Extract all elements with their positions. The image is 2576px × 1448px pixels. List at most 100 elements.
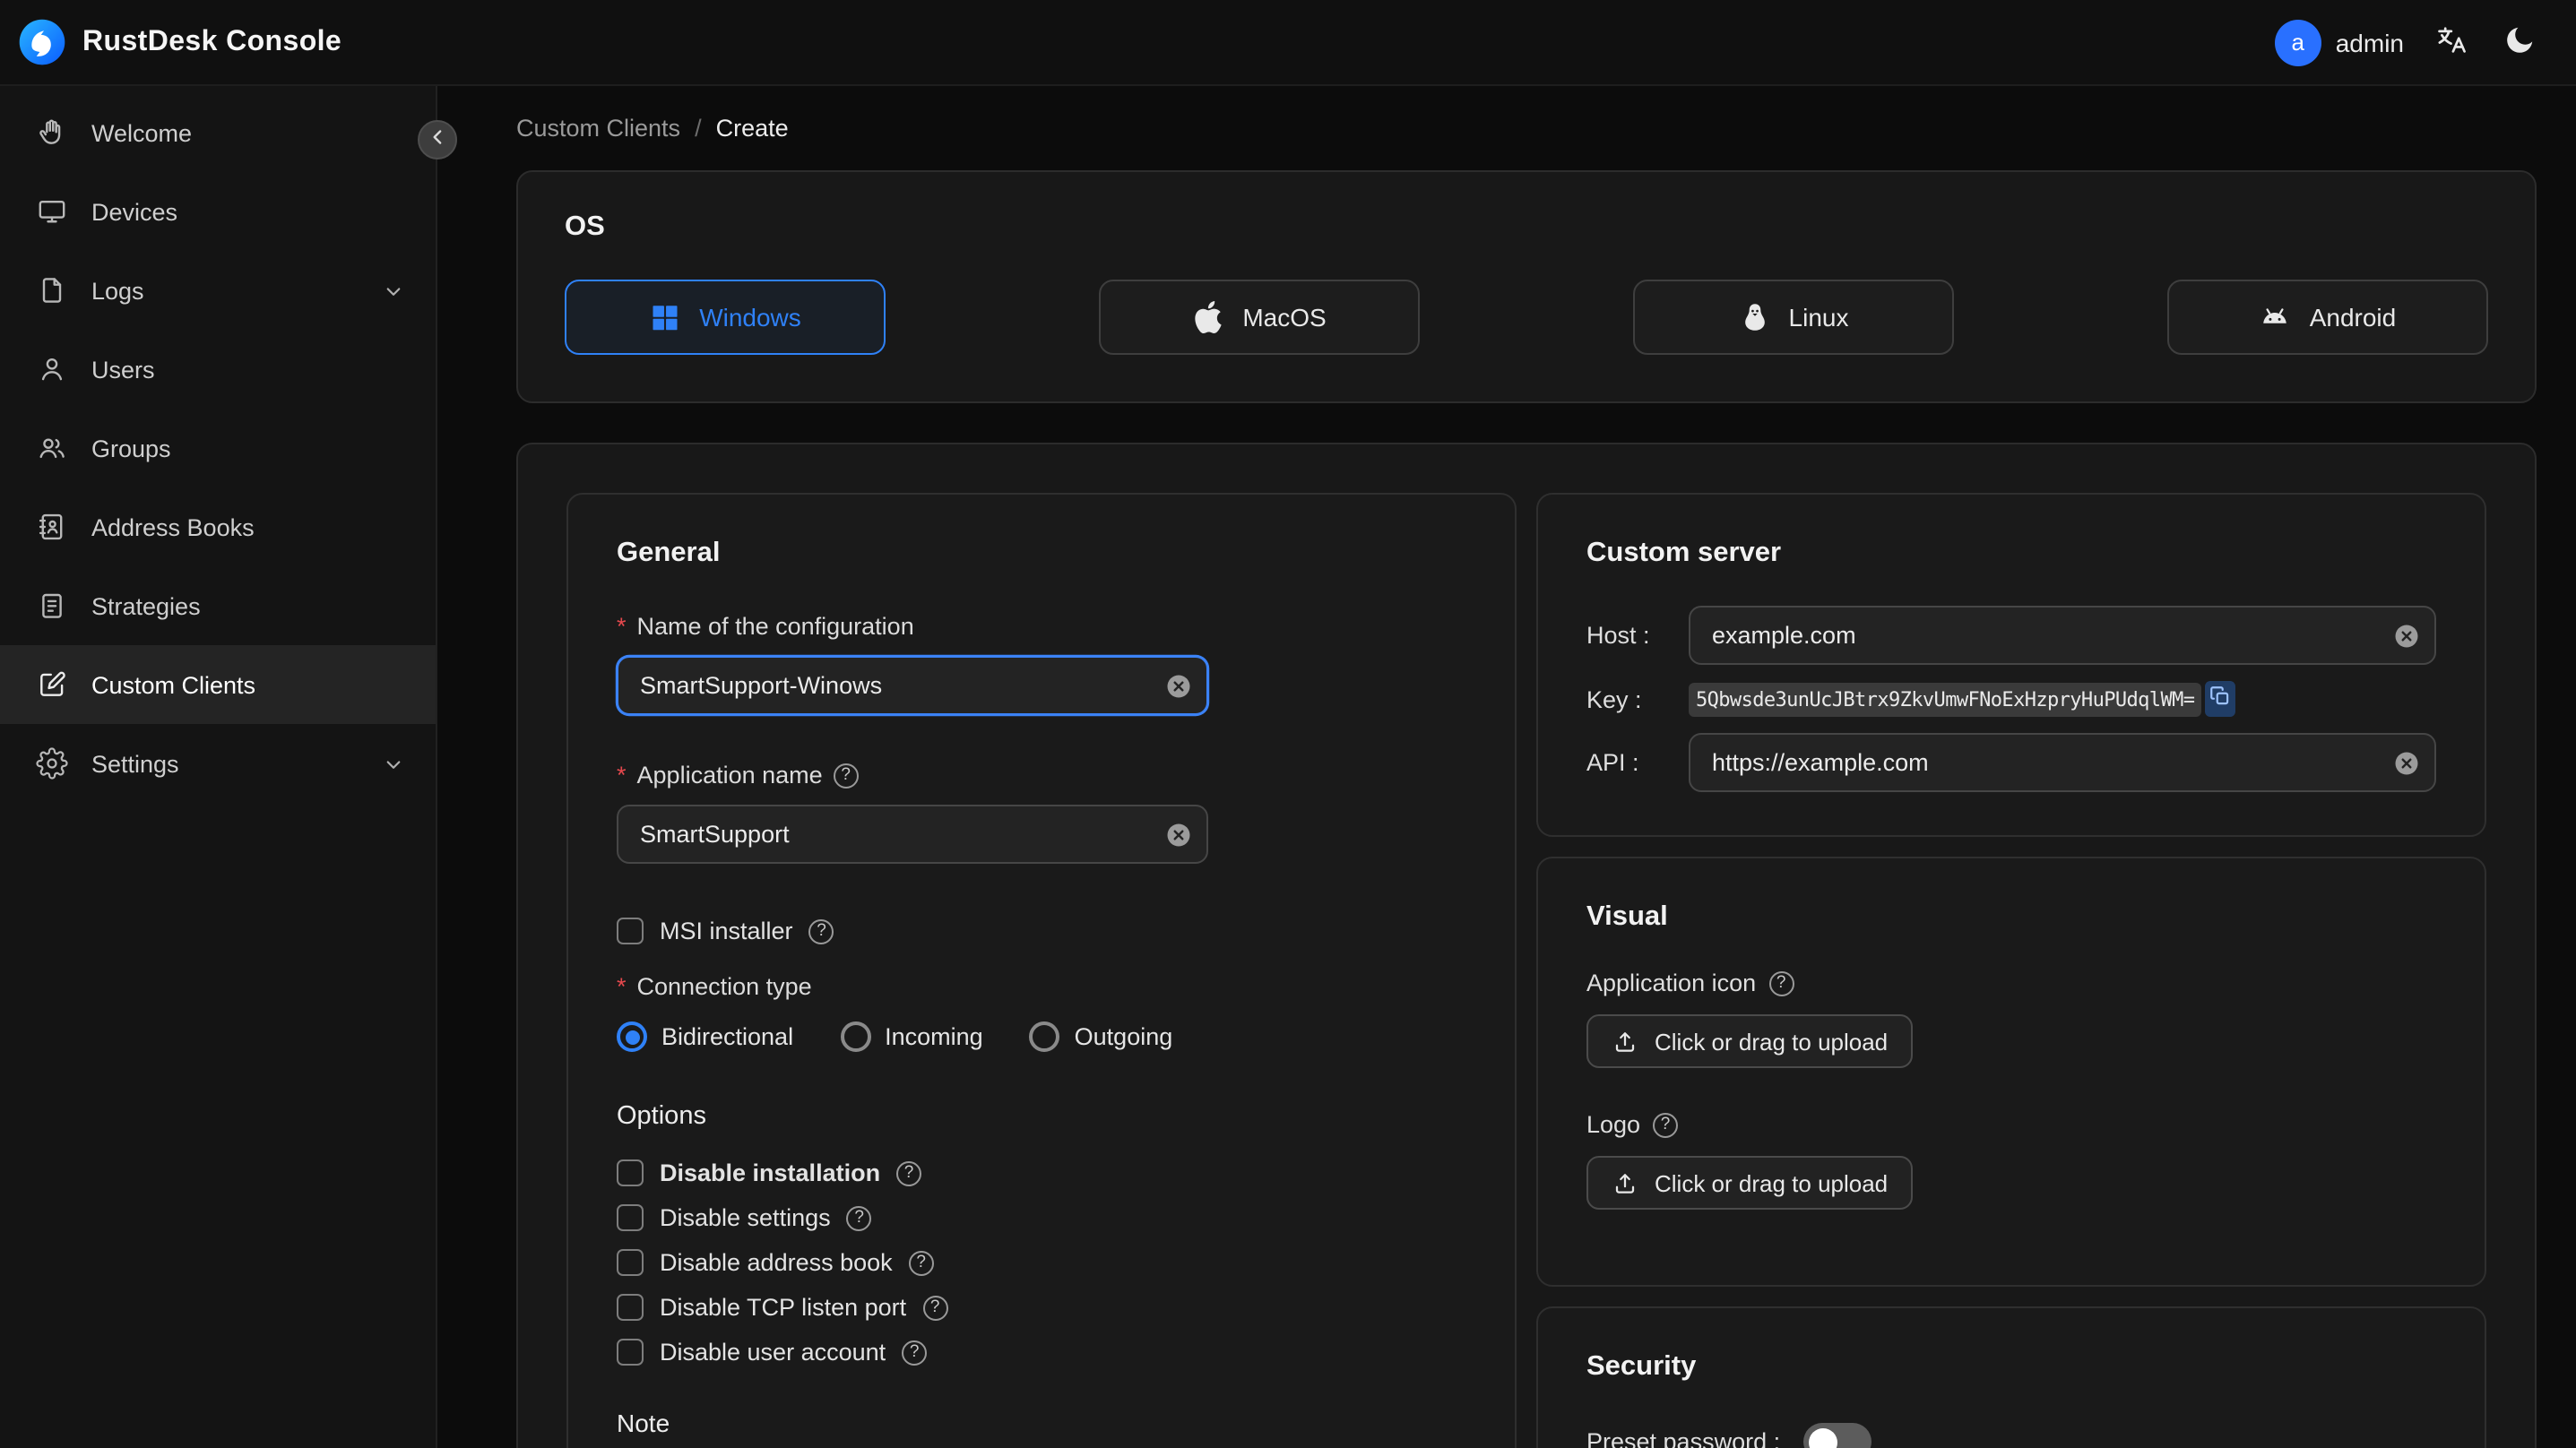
option-disable-settings: Disable settings ? [617,1204,1466,1231]
help-icon[interactable]: ? [1653,1112,1679,1137]
api-input[interactable] [1689,733,2436,792]
help-icon[interactable]: ? [908,1250,934,1275]
msi-installer-checkbox[interactable] [617,918,644,944]
os-button-label: Android [2309,303,2397,332]
clear-icon[interactable] [2393,749,2420,776]
required-marker: * [617,762,627,789]
dark-mode-toggle[interactable] [2499,19,2540,65]
radio-bidirectional[interactable]: Bidirectional [617,1021,793,1052]
security-title: Security [1586,1351,1697,1382]
visual-card: Visual Application icon ? Click or drag … [1536,857,2486,1287]
help-icon[interactable]: ? [808,918,834,944]
radio-icon [617,1021,647,1052]
gear-icon [36,747,68,780]
disable-settings-checkbox[interactable] [617,1204,644,1231]
sidebar-item-address-books[interactable]: Address Books [0,487,436,566]
sidebar-item-settings[interactable]: Settings [0,724,436,803]
upload-label: Click or drag to upload [1655,1169,1889,1196]
key-label: Key : [1586,685,1642,712]
moon-icon [2503,22,2537,62]
option-disable-address-book: Disable address book ? [617,1249,1466,1276]
host-input[interactable] [1689,606,2436,665]
connection-type-options: Bidirectional Incoming Outgoing [617,1021,1466,1052]
os-button-label: MacOS [1242,303,1327,332]
sidebar-item-strategies[interactable]: Strategies [0,566,436,645]
upload-icon [1612,1169,1638,1196]
copy-icon [2209,685,2232,713]
preset-password-row: Preset password : [1586,1423,2436,1448]
application-icon-label: Application icon ? [1586,970,2436,996]
breadcrumb-current: Create [715,115,789,142]
user-avatar[interactable]: a [2274,19,2321,65]
radio-icon [1029,1021,1060,1052]
note-label: Note [617,1409,670,1437]
application-icon-upload-button[interactable]: Click or drag to upload [1586,1014,1914,1068]
sidebar-item-users[interactable]: Users [0,330,436,409]
sidebar-item-label: Groups [91,435,171,461]
help-icon[interactable]: ? [846,1205,872,1230]
breadcrumb-separator: / [695,115,702,142]
clear-icon[interactable] [2393,622,2420,649]
breadcrumb-parent[interactable]: Custom Clients [516,115,680,142]
top-bar: RustDesk Console a admin [0,0,2576,86]
os-button-macos[interactable]: MacOS [1099,280,1420,355]
language-button[interactable] [2431,19,2472,65]
msi-installer-row: MSI installer ? [617,918,1466,944]
android-icon [2260,301,2292,333]
sidebar-item-custom-clients[interactable]: Custom Clients [0,645,436,724]
sidebar-item-logs[interactable]: Logs [0,251,436,330]
config-name-input[interactable] [617,656,1208,715]
logo-upload-button[interactable]: Click or drag to upload [1586,1156,1914,1210]
app-title: RustDesk Console [82,26,342,56]
os-button-windows[interactable]: Windows [565,280,886,355]
disable-address-book-checkbox[interactable] [617,1249,644,1276]
radio-incoming[interactable]: Incoming [840,1021,983,1052]
help-icon[interactable]: ? [833,763,859,788]
left-column: General * Name of the configuration Smar… [566,493,1517,1448]
sidebar-item-label: Welcome [91,119,193,146]
config-name-label: * Name of the configuration [617,613,914,640]
disable-user-account-checkbox[interactable] [617,1339,644,1366]
disable-installation-checkbox[interactable] [617,1159,644,1186]
clear-icon[interactable] [1165,821,1192,848]
custom-server-card: Custom server Host : Key : [1536,493,2486,837]
help-icon[interactable]: ? [902,1340,928,1365]
help-icon[interactable]: ? [896,1160,922,1185]
sidebar-item-devices[interactable]: Devices [0,172,436,251]
main-layout: Welcome Devices Logs Users Groups Addres… [0,86,2576,1448]
os-button-label: Linux [1788,303,1849,332]
app-name-field-wrap [617,805,1208,864]
config-name-field-wrap [617,656,1208,715]
clear-icon[interactable] [1165,672,1192,699]
preset-password-label: Preset password : [1586,1428,1781,1448]
radio-icon [840,1021,871,1052]
users-group-icon [36,432,68,464]
general-title: General [617,538,721,568]
app-name-input[interactable] [617,805,1208,864]
content-area: Custom Clients / Create OS Windows MacOS… [437,86,2576,1448]
hand-wave-icon [36,116,68,149]
host-label: Host : [1586,622,1650,649]
disable-tcp-listen-port-checkbox[interactable] [617,1294,644,1321]
sidebar-item-label: Address Books [91,513,255,540]
sidebar-item-welcome[interactable]: Welcome [0,93,436,172]
os-button-label: Windows [699,303,801,332]
os-button-linux[interactable]: Linux [1633,280,1954,355]
radio-outgoing[interactable]: Outgoing [1029,1021,1172,1052]
general-card: General * Name of the configuration Smar… [566,493,1517,1448]
copy-key-button[interactable] [2205,681,2236,717]
monitor-icon [36,195,68,228]
top-bar-right: a admin [2274,19,2540,65]
help-icon[interactable]: ? [1768,970,1794,996]
msi-installer-label: MSI installer [660,918,793,944]
security-card: Security Preset password : [1536,1306,2486,1448]
sidebar-collapse-button[interactable] [418,120,457,159]
document-icon [36,274,68,306]
connection-type-label: * Connection type [617,973,812,1000]
sidebar-item-groups[interactable]: Groups [0,409,436,487]
help-icon[interactable]: ? [922,1295,948,1320]
os-button-android[interactable]: Android [2167,280,2488,355]
rustdesk-console: RustDesk Console a admin Welcome Devices… [0,0,2576,1448]
preset-password-toggle[interactable] [1803,1423,1872,1448]
edit-square-icon [36,668,68,701]
